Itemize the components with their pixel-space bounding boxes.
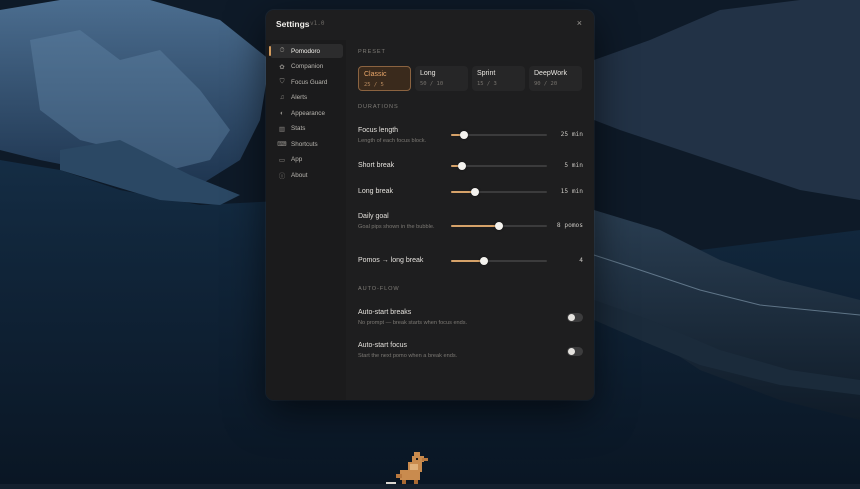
section-heading-auto-flow: AUTO-FLOW bbox=[358, 286, 400, 292]
preset-name: Classic bbox=[364, 71, 387, 78]
preset-name: DeepWork bbox=[534, 70, 567, 77]
sidebar-item-label: Companion bbox=[291, 63, 324, 70]
focus-length-value: 25 min bbox=[560, 131, 583, 138]
preset-value: 15 / 3 bbox=[477, 81, 497, 87]
slider-knob[interactable] bbox=[495, 222, 503, 230]
preset-value: 50 / 10 bbox=[420, 81, 444, 87]
auto-start-breaks-label: Auto-start breaks bbox=[358, 309, 412, 316]
toggle-knob bbox=[568, 314, 575, 321]
preset-value: 25 / 5 bbox=[364, 82, 384, 88]
slider-fill bbox=[451, 225, 499, 227]
preset-deepwork[interactable]: DeepWork 90 / 20 bbox=[529, 66, 582, 91]
sidebar-item-stats[interactable]: ▥ Stats bbox=[270, 122, 343, 136]
sidebar-item-label: Stats bbox=[291, 125, 306, 132]
preset-sprint[interactable]: Sprint 15 / 3 bbox=[472, 66, 525, 91]
section-heading-preset: PRESET bbox=[358, 49, 386, 55]
slider-knob[interactable] bbox=[479, 257, 488, 265]
title-bar[interactable]: Settings v1.0 × bbox=[266, 10, 594, 40]
settings-window: Settings v1.0 × ⏱ Pomodoro ✿ Companion ⛉… bbox=[266, 10, 594, 400]
preset-long[interactable]: Long 50 / 10 bbox=[415, 66, 468, 91]
sidebar-item-label: About bbox=[291, 171, 308, 179]
version-label: v1.0 bbox=[310, 20, 325, 27]
sidebar-item-label: App bbox=[291, 156, 303, 163]
short-break-label: Short break bbox=[358, 162, 395, 169]
bell-icon: ♫ bbox=[279, 94, 285, 101]
sidebar-item-shortcuts[interactable]: ⌨ Shortcuts bbox=[270, 137, 343, 151]
section-heading-durations: DURATIONS bbox=[358, 104, 399, 110]
window-title: Settings bbox=[276, 19, 310, 29]
auto-start-breaks-desc: No prompt — break starts when focus ends… bbox=[358, 320, 468, 326]
sidebar-item-label: Appearance bbox=[291, 109, 325, 117]
pomos-long-break-label: Pomos → long break bbox=[358, 257, 424, 264]
long-break-value: 15 min bbox=[560, 188, 583, 195]
auto-start-focus-label: Auto-start focus bbox=[358, 342, 408, 349]
auto-start-focus-desc: Start the next pomo when a break ends. bbox=[358, 353, 458, 359]
preset-name: Sprint bbox=[477, 70, 496, 77]
sidebar-item-alerts[interactable]: ♫ Alerts bbox=[270, 91, 343, 105]
sidebar-item-label: Pomodoro bbox=[291, 47, 321, 55]
toggle-knob bbox=[568, 348, 575, 355]
contrast-icon: ◐ bbox=[280, 109, 284, 117]
sidebar-item-pomodoro[interactable]: ⏱ Pomodoro bbox=[269, 44, 343, 58]
sidebar-item-appearance[interactable]: ◐ Appearance bbox=[270, 106, 343, 120]
daily-goal-desc: Goal pips shown in the bubble. bbox=[358, 224, 435, 230]
slider-knob[interactable] bbox=[460, 131, 469, 139]
companion-pet-sprite[interactable] bbox=[386, 450, 434, 489]
sidebar-item-label: Shortcuts bbox=[291, 140, 318, 148]
preset-classic[interactable]: Classic 25 / 5 bbox=[358, 66, 411, 91]
slider-knob[interactable] bbox=[471, 188, 479, 196]
sidebar-item-focus-guard[interactable]: ⛉ Focus Guard bbox=[270, 75, 343, 89]
sidebar-item-label: Alerts bbox=[291, 94, 308, 101]
monitor-icon: ▭ bbox=[278, 156, 286, 164]
auto-start-breaks-toggle[interactable] bbox=[567, 313, 583, 322]
settings-content: PRESET Classic 25 / 5 Long 50 / 10 Sprin… bbox=[346, 40, 594, 400]
companion-icon: ✿ bbox=[279, 63, 285, 71]
slider-knob[interactable] bbox=[457, 162, 466, 170]
sidebar: ⏱ Pomodoro ✿ Companion ⛉ Focus Guard ♫ A… bbox=[266, 40, 346, 400]
focus-length-label: Focus length bbox=[358, 127, 399, 134]
shield-icon: ⛉ bbox=[279, 78, 285, 85]
bar-chart-icon: ▥ bbox=[278, 125, 286, 133]
keyboard-icon: ⌨ bbox=[277, 141, 287, 148]
sidebar-item-about[interactable]: ⓘ About bbox=[270, 168, 343, 182]
short-break-slider[interactable] bbox=[451, 162, 547, 170]
daily-goal-slider[interactable] bbox=[451, 222, 547, 230]
focus-length-slider[interactable] bbox=[451, 131, 547, 139]
daily-goal-value: 8 pomos bbox=[556, 222, 583, 229]
slider-fill bbox=[451, 260, 484, 262]
sidebar-item-label: Focus Guard bbox=[291, 78, 328, 86]
daily-goal-label: Daily goal bbox=[358, 213, 389, 220]
long-break-slider[interactable] bbox=[451, 188, 547, 196]
short-break-value: 5 min bbox=[564, 162, 583, 169]
auto-start-focus-toggle[interactable] bbox=[567, 347, 583, 356]
preset-value: 90 / 20 bbox=[534, 81, 558, 87]
close-icon[interactable]: × bbox=[577, 18, 582, 28]
focus-length-desc: Length of each focus block. bbox=[358, 138, 427, 144]
info-icon: ⓘ bbox=[278, 173, 286, 180]
timer-icon: ⏱ bbox=[279, 47, 285, 54]
pomos-long-break-value: 4 bbox=[579, 257, 583, 264]
sidebar-item-app[interactable]: ▭ App bbox=[270, 153, 343, 167]
active-indicator bbox=[269, 46, 271, 56]
long-break-label: Long break bbox=[358, 188, 394, 195]
sidebar-item-companion[interactable]: ✿ Companion bbox=[270, 60, 343, 74]
pomos-long-break-slider[interactable] bbox=[451, 257, 547, 265]
preset-name: Long bbox=[420, 70, 436, 77]
